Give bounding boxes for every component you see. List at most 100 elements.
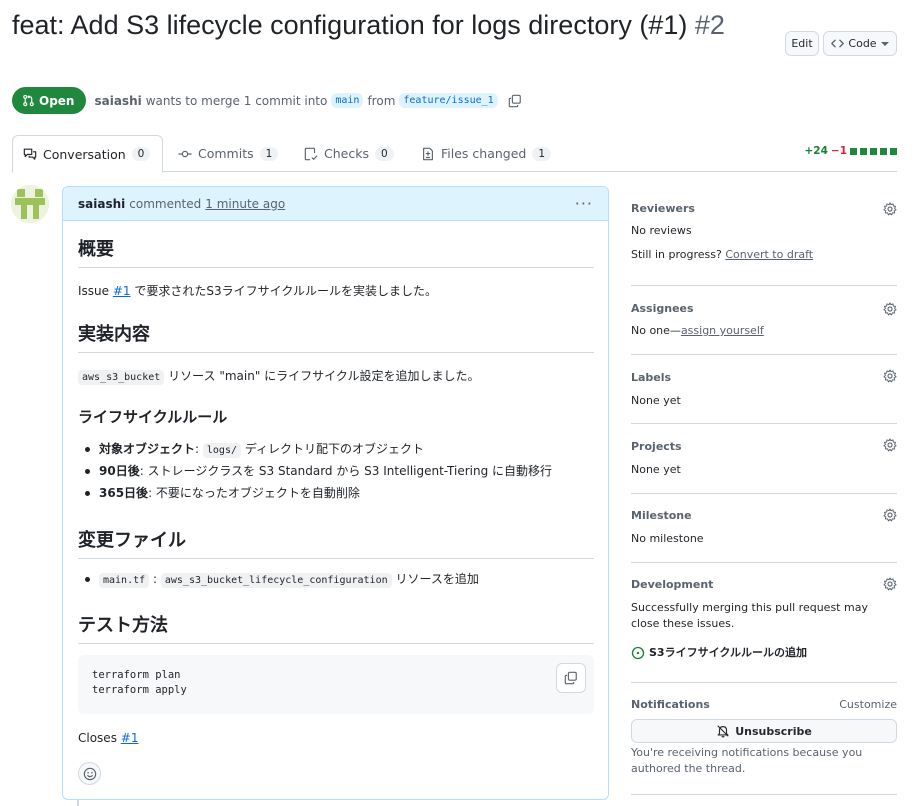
comment-time[interactable]: 1 minute ago [205,197,285,211]
assign-yourself-link[interactable]: assign yourself [681,324,764,337]
pr-tabs: Conversation 0 Commits 1 Checks 0 Files … [12,135,897,173]
assignees-value: No one—assign yourself [631,323,764,339]
pr-author[interactable]: saiashi [94,94,141,108]
copy-code-button[interactable] [556,663,586,693]
linked-issue-title: S3ライフサイクルルールの追加 [649,646,808,659]
diffstat-block [860,147,867,155]
rule-text: : 不要になったオブジェクトを自動削除 [148,486,360,500]
closes-text: Closes [78,731,117,745]
identicon [11,185,49,223]
unsubscribe-label: Unsubscribe [735,724,812,738]
comment-author[interactable]: saiashi [78,197,125,211]
edit-label: Edit [791,37,813,50]
code-line: terraform apply [92,684,187,696]
development-section: Development Successfully merging this pu… [631,563,897,683]
copy-icon [564,671,577,685]
reviewers-title[interactable]: Reviewers [631,202,695,215]
notifications-section: Notifications Customize Unsubscribe You'… [631,683,897,795]
kebab-menu-icon[interactable]: ··· [575,194,593,213]
copy-icon[interactable] [508,94,522,108]
notifications-title: Notifications [631,698,710,711]
gear-icon[interactable] [883,202,897,216]
diffstat-block [890,147,897,155]
base-branch[interactable]: main [331,93,364,108]
reviewers-value: No reviews [631,224,692,237]
rule-label: 対象オブジェクト [99,442,196,456]
diffstat-block [870,147,877,155]
inline-code: logs/ [202,443,241,458]
code-label: Code [848,37,877,50]
notifications-reason: You're receiving notifications because y… [631,746,863,775]
tab-conversation[interactable]: Conversation 0 [12,135,163,173]
pr-number: #2 [694,10,725,40]
diffstat-block [850,147,857,155]
heading-overview: 概要 [78,235,594,268]
inline-code: main.tf [99,573,150,588]
code-icon [831,39,845,48]
pr-description-comment: saiashi commented 1 minute ago ··· 概要 Is… [62,186,609,800]
implementation-paragraph: aws_s3_bucket リソース "main" にライフサイクル設定を追加し… [78,367,480,385]
diffstat-additions: +24 [804,145,828,157]
customize-link[interactable]: Customize [839,697,897,713]
tab-commits[interactable]: Commits 1 [168,135,288,172]
development-text: Successfully merging this pull request m… [631,601,868,630]
overview-paragraph: Issue #1 で要求されたS3ライフサイクルルールを実装しました。 [78,282,437,299]
gear-icon[interactable] [883,302,897,316]
tab-counter: 1 [532,146,552,161]
draft-line: Still in progress? Convert to draft [631,247,813,263]
assignees-title[interactable]: Assignees [631,302,694,315]
assignees-prefix: No one— [631,324,681,337]
development-title[interactable]: Development [631,578,713,591]
unsubscribe-button[interactable]: Unsubscribe [631,719,897,743]
heading-lifecycle-rules: ライフサイクルルール [78,408,228,426]
smiley-icon [83,767,96,780]
gear-icon[interactable] [883,438,897,452]
rule-text: ディレクトリ配下のオブジェクト [244,442,424,456]
rule-colon: : [195,442,200,456]
issue-link[interactable]: #1 [121,731,139,745]
state-label: Open [39,93,75,108]
code-button[interactable]: Code [823,31,897,56]
rule-text: : ストレージクラスを S3 Standard から S3 Intelligen… [139,464,553,478]
rules-list: 対象オブジェクト: logs/ ディレクトリ配下のオブジェクト 90日後: スト… [85,438,552,504]
list-item: 対象オブジェクト: logs/ ディレクトリ配下のオブジェクト [85,438,552,460]
implementation-text: リソース "main" にライフサイクル設定を追加しました。 [168,369,480,383]
pr-title-text: feat: Add S3 lifecycle configuration for… [12,10,688,40]
add-reaction-button[interactable] [78,762,101,785]
head-branch[interactable]: feature/issue_1 [399,93,498,108]
gear-icon[interactable] [883,508,897,522]
issue-link[interactable]: #1 [113,284,131,298]
milestone-value: No milestone [631,532,704,545]
file-diff-icon [423,147,433,160]
rule-label: 90日後 [99,464,140,478]
gear-icon[interactable] [883,577,897,591]
diffstat-block [880,147,887,155]
projects-title[interactable]: Projects [631,440,682,453]
avatar[interactable] [11,185,49,223]
tab-label: Checks [324,146,369,161]
reviewers-section: Reviewers No reviews Still in progress? … [631,186,897,286]
from-text: from [367,93,396,108]
code-line: terraform plan [92,669,181,681]
tab-counter: 1 [259,146,279,161]
milestone-title[interactable]: Milestone [631,509,692,522]
tab-label: Conversation [43,146,126,162]
tab-files-changed[interactable]: Files changed 1 [411,135,561,172]
diffstat-deletions: −1 [830,145,847,157]
git-commit-icon [178,150,192,157]
labels-value: None yet [631,394,681,407]
state-badge: Open [12,87,87,114]
comment-header: saiashi commented 1 minute ago ··· [63,187,608,221]
tab-checks[interactable]: Checks 0 [294,135,404,172]
gear-icon[interactable] [883,369,897,383]
draft-prefix: Still in progress? [631,248,722,261]
tab-label: Commits [198,146,254,161]
convert-to-draft-link[interactable]: Convert to draft [725,248,813,261]
edit-button[interactable]: Edit [785,31,819,56]
labels-title[interactable]: Labels [631,371,671,384]
projects-section: Projects None yet [631,424,897,494]
heading-changed-files: 変更ファイル [78,526,594,559]
tab-counter: 0 [131,147,151,161]
rule-label: 365日後 [99,486,149,500]
linked-issue[interactable]: S3ライフサイクルルールの追加 [631,645,807,661]
